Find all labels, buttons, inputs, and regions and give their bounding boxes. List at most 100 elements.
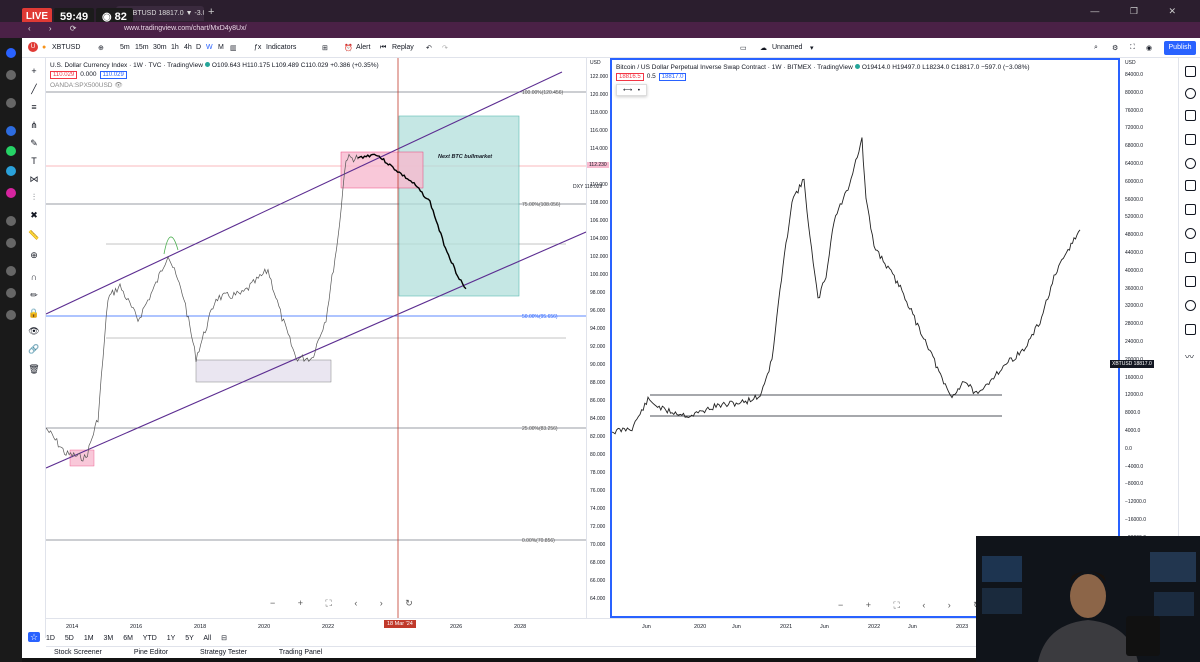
btc-nav-controls[interactable]: − + ⛶ ‹ › ↻ bbox=[838, 600, 991, 611]
zoom-icon[interactable]: ⊕ bbox=[28, 250, 40, 260]
publish-button[interactable]: Publish bbox=[1164, 41, 1196, 55]
heart-icon[interactable] bbox=[6, 266, 16, 276]
alerts-clock-icon[interactable] bbox=[1185, 88, 1196, 99]
brush-icon[interactable]: ✎ bbox=[28, 138, 40, 148]
dxy-chart-pane[interactable]: Next BTC bullmarket 100.00%(120.456) 75.… bbox=[46, 58, 586, 618]
notifications-icon[interactable] bbox=[1185, 324, 1196, 335]
replay-icon[interactable]: ⏮ bbox=[380, 44, 386, 52]
range-ytd[interactable]: YTD bbox=[143, 635, 157, 642]
btc-price-axis[interactable]: USD 84000.0 80000.0 76000.0 72000.0 68000.0 64… bbox=[1110, 58, 1156, 618]
tradingview-icon[interactable] bbox=[6, 48, 16, 58]
camera-icon[interactable]: ◉ bbox=[1146, 44, 1152, 52]
alert-button[interactable]: Alert bbox=[356, 44, 370, 51]
lock-drawing-icon[interactable]: ✏ bbox=[28, 290, 40, 300]
tab-strategy-tester[interactable]: Strategy Tester bbox=[200, 649, 247, 656]
address-bar[interactable]: ‹ › ⟳ www.tradingview.com/chart/MxD4y8Ux… bbox=[0, 22, 1200, 38]
pattern-icon[interactable]: ⋈ bbox=[28, 174, 40, 184]
range-1y[interactable]: 1Y bbox=[167, 635, 176, 642]
cross-icon[interactable]: ✖ bbox=[28, 210, 40, 220]
home-icon[interactable] bbox=[6, 70, 16, 80]
new-tab-icon[interactable]: + bbox=[208, 6, 214, 18]
interval-d[interactable]: D bbox=[196, 44, 201, 51]
interval-5m[interactable]: 5m bbox=[120, 44, 130, 51]
whatsapp-icon[interactable] bbox=[6, 146, 16, 156]
trend-icon[interactable]: 〰 bbox=[1185, 350, 1196, 362]
ideas-icon[interactable] bbox=[1185, 228, 1196, 239]
line-style-popup[interactable]: ⟷ • bbox=[616, 84, 648, 96]
range-all[interactable]: All bbox=[203, 635, 211, 642]
streams-icon[interactable] bbox=[1185, 276, 1196, 287]
cloud-icon[interactable]: ☁ bbox=[760, 44, 767, 52]
layout-name[interactable]: Unnamed bbox=[772, 44, 802, 51]
compare-icon[interactable]: ⊕ bbox=[98, 44, 104, 52]
watchlist-icon[interactable] bbox=[1185, 66, 1196, 77]
dxy-price-axis[interactable]: USD 122.000 120.000 118.000 116.000 114.000 11… bbox=[573, 58, 610, 618]
indicators-icon[interactable]: ƒx bbox=[254, 44, 261, 51]
window-controls[interactable]: — ❐ ✕ bbox=[1090, 6, 1190, 17]
overlay-eye-icon[interactable]: 👁 bbox=[114, 82, 122, 89]
dxy-chart-canvas[interactable]: Next BTC bullmarket 100.00%(120.456) 75.… bbox=[46, 58, 586, 618]
dxy-nav-controls[interactable]: − + ⛶ ‹ › ↻ bbox=[270, 598, 423, 609]
dxy-time-axis[interactable]: 2014 2016 2018 2020 2022 18 Mar '24 2026… bbox=[46, 618, 610, 634]
interval-w[interactable]: W bbox=[206, 44, 213, 51]
range-5d[interactable]: 5D bbox=[65, 635, 74, 642]
settings-icon[interactable] bbox=[6, 288, 16, 298]
range-1d[interactable]: 1D bbox=[46, 635, 55, 642]
nav-back-forward-icons[interactable]: ‹ › ⟳ bbox=[28, 24, 84, 33]
broadcast-icon[interactable] bbox=[1185, 300, 1196, 311]
data-window-icon[interactable] bbox=[1185, 110, 1196, 121]
magnet-icon[interactable]: ∩ bbox=[28, 272, 40, 282]
text-icon[interactable]: T bbox=[28, 156, 40, 166]
redo-icon[interactable]: ↷ bbox=[442, 44, 448, 52]
gear-icon[interactable]: ⚙ bbox=[1112, 44, 1118, 52]
fullscreen-icon[interactable]: ⛶ bbox=[1130, 44, 1135, 52]
indicators-button[interactable]: Indicators bbox=[266, 44, 296, 51]
tab-stock-screener[interactable]: Stock Screener bbox=[54, 649, 102, 656]
search-icon[interactable]: ⌕ bbox=[1094, 44, 1098, 52]
interval-1h[interactable]: 1h bbox=[171, 44, 179, 51]
chart-type-icon[interactable]: ▥ bbox=[230, 44, 237, 52]
range-6m[interactable]: 6M bbox=[123, 635, 133, 642]
consolidation-box[interactable] bbox=[195, 359, 332, 383]
btc-ask[interactable]: 18817.0 bbox=[658, 73, 687, 81]
tab-trading-panel[interactable]: Trading Panel bbox=[279, 649, 322, 656]
btc-bid[interactable]: 18816.5 bbox=[616, 73, 644, 81]
forecast-icon[interactable]: ⫶ bbox=[28, 192, 40, 202]
btc-chart-canvas[interactable] bbox=[612, 60, 1118, 616]
wallet-icon[interactable] bbox=[6, 98, 16, 108]
grid-icon[interactable] bbox=[1185, 204, 1196, 215]
hotlist-icon[interactable] bbox=[1185, 134, 1196, 145]
favorites-icon[interactable]: ☆ bbox=[28, 632, 40, 642]
instagram-icon[interactable] bbox=[6, 188, 16, 198]
chat-icon[interactable] bbox=[1185, 252, 1196, 263]
play-icon[interactable] bbox=[6, 238, 16, 248]
url-text[interactable]: www.tradingview.com/chart/MxD4y8Ux/ bbox=[124, 25, 247, 32]
dxy-ask[interactable]: 110.029 bbox=[99, 71, 127, 79]
pitchfork-icon[interactable]: ⋔ bbox=[28, 120, 40, 130]
ruler-icon[interactable]: 📏 bbox=[28, 230, 40, 240]
symbol-search[interactable]: XBTUSD bbox=[52, 44, 80, 51]
overlay-symbol[interactable]: OANDA:SPX500USD bbox=[50, 82, 113, 89]
messenger-icon[interactable] bbox=[6, 126, 16, 136]
user-avatar[interactable]: U bbox=[28, 42, 38, 52]
trendline-icon[interactable]: ╱ bbox=[28, 84, 40, 94]
btc-chart-pane[interactable]: Bitcoin / US Dollar Perpetual Inverse Sw… bbox=[610, 58, 1120, 618]
range-5y[interactable]: 5Y bbox=[185, 635, 194, 642]
horizontal-lines-icon[interactable]: ≡ bbox=[28, 102, 40, 112]
undo-icon[interactable]: ↶ bbox=[426, 44, 432, 52]
trash-icon[interactable]: 🗑 bbox=[28, 364, 40, 374]
alert-icon[interactable]: ⏰ bbox=[344, 44, 353, 52]
lightbulb-icon[interactable] bbox=[6, 310, 16, 320]
link-icon[interactable]: 🔗 bbox=[28, 344, 40, 354]
crosshair-icon[interactable]: + bbox=[28, 66, 40, 76]
interval-m[interactable]: M bbox=[218, 44, 224, 51]
channel-lower-line[interactable] bbox=[46, 231, 586, 469]
interval-15m[interactable]: 15m bbox=[135, 44, 149, 51]
chevron-down-icon[interactable]: ▾ bbox=[810, 44, 814, 52]
lock-icon[interactable]: 🔒 bbox=[28, 308, 40, 318]
range-1m[interactable]: 1M bbox=[84, 635, 94, 642]
goto-date-icon[interactable]: ⊟ bbox=[221, 635, 227, 642]
eye-icon[interactable]: 👁 bbox=[28, 326, 40, 336]
interval-4h[interactable]: 4h bbox=[184, 44, 192, 51]
range-3m[interactable]: 3M bbox=[104, 635, 114, 642]
